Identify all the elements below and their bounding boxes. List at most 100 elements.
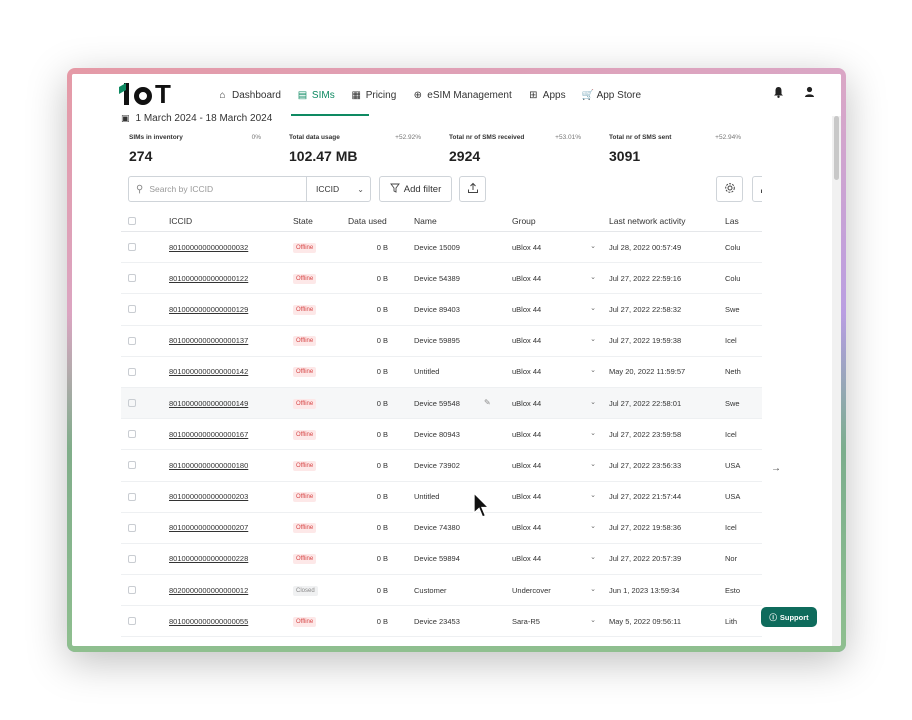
iccid-link[interactable]: 8010000000000000032 xyxy=(169,243,248,252)
support-button[interactable]: ⓘ Support xyxy=(761,607,817,627)
row-checkbox[interactable] xyxy=(128,274,136,283)
iccid-link[interactable]: 8010000000000000167 xyxy=(169,430,248,439)
column-header-last-location[interactable]: Las xyxy=(725,216,765,226)
last-activity-cell: Jul 27, 2022 21:57:44 xyxy=(609,492,682,502)
column-header-name[interactable]: Name xyxy=(400,216,512,226)
table-row[interactable]: 8010000000000000203 Offline 0 B Untitled uBl… xyxy=(121,482,801,513)
iccid-link[interactable]: 8010000000000000142 xyxy=(169,367,248,376)
group-select[interactable]: uBlox 44 ⌄ xyxy=(512,399,609,408)
iccid-link[interactable]: 8010000000000000149 xyxy=(169,399,248,408)
column-header-last-activity[interactable]: Last network activity xyxy=(609,216,725,226)
status-badge: Offline xyxy=(293,492,317,503)
stat-value: 274 xyxy=(129,148,153,164)
search-input[interactable] xyxy=(149,184,300,194)
row-checkbox[interactable] xyxy=(128,399,136,408)
column-header-iccid[interactable]: ICCID xyxy=(169,216,293,226)
row-checkbox[interactable] xyxy=(128,617,136,626)
table-toolbar: ⚲ ICCID ⌄ Add filter xyxy=(128,176,780,202)
edit-pencil-icon[interactable]: ✎ xyxy=(484,398,491,407)
column-header-state[interactable]: State xyxy=(293,216,348,226)
brand-logo[interactable]: T xyxy=(119,81,171,107)
table-row[interactable]: 8010000000000000032 Offline 0 B Device 1500… xyxy=(121,232,801,264)
stat-change: +52.94% xyxy=(715,134,741,141)
table-row[interactable]: 8010000000000000149 Offline 0 B Device 5954… xyxy=(121,387,801,420)
chevron-down-icon: ⌄ xyxy=(590,336,596,344)
chevron-down-icon: ⌄ xyxy=(590,367,596,375)
add-filter-button[interactable]: Add filter xyxy=(379,176,452,202)
iccid-link[interactable]: 8010000000000000055 xyxy=(169,617,248,626)
device-name: Untitled xyxy=(414,492,440,502)
row-checkbox[interactable] xyxy=(128,523,136,532)
row-checkbox[interactable] xyxy=(128,305,136,314)
stat-value: 3091 xyxy=(609,148,641,164)
iccid-link[interactable]: 8010000000000000129 xyxy=(169,305,248,314)
column-header-data-used[interactable]: Data used xyxy=(348,216,400,226)
date-range[interactable]: ▣ 1 March 2024 - 18 March 2024 xyxy=(121,110,781,126)
table-row[interactable]: 8010000000000000055 Offline 0 B Device 2345… xyxy=(121,606,801,638)
group-select[interactable]: Sara-R5 ⌄ xyxy=(512,617,609,626)
stat-data-usage: Total data usage +52.92% 102.47 MB xyxy=(289,134,449,164)
group-select[interactable]: uBlox 44 ⌄ xyxy=(512,492,609,501)
iccid-link[interactable]: 8010000000000000180 xyxy=(169,461,248,470)
device-name: Customer xyxy=(414,585,447,595)
mouse-cursor-icon xyxy=(473,492,491,518)
export-button[interactable] xyxy=(459,176,486,202)
device-name: Device 23453 xyxy=(414,616,460,626)
iccid-link[interactable]: 8020000000000000012 xyxy=(169,586,248,595)
iccid-link[interactable]: 8010000000000000122 xyxy=(169,274,248,283)
iccid-link[interactable]: 8010000000000000203 xyxy=(169,492,248,501)
table-row[interactable]: 8010000000000000129 Offline 0 B Device 8940… xyxy=(121,294,801,326)
row-checkbox[interactable] xyxy=(128,492,136,501)
arrow-right-icon[interactable]: → xyxy=(771,463,781,474)
row-checkbox[interactable] xyxy=(128,461,136,470)
table-settings-button[interactable] xyxy=(716,176,743,202)
row-checkbox[interactable] xyxy=(128,430,136,439)
last-location-cell: Icel xyxy=(725,523,737,533)
user-icon[interactable] xyxy=(804,86,815,101)
group-select[interactable]: Undercover ⌄ xyxy=(512,586,609,595)
row-checkbox[interactable] xyxy=(128,554,136,563)
group-select[interactable]: uBlox 44 ⌄ xyxy=(512,554,609,563)
row-checkbox[interactable] xyxy=(128,336,136,345)
table-row[interactable]: 8010000000000000167 Offline 0 B Device 8094… xyxy=(121,419,801,451)
group-select[interactable]: uBlox 44 ⌄ xyxy=(512,461,609,470)
search-box: ⚲ ICCID ⌄ xyxy=(128,176,371,202)
last-location-cell: Swe xyxy=(725,398,740,408)
select-all-checkbox[interactable] xyxy=(128,216,136,225)
scrollbar-thumb[interactable] xyxy=(834,116,839,180)
iccid-link[interactable]: 8010000000000000137 xyxy=(169,336,248,345)
data-used-cell: 0 B xyxy=(376,492,388,502)
iccid-link[interactable]: 8010000000000000228 xyxy=(169,554,248,563)
table-row[interactable]: 8010000000000000228 Offline 0 B Device 5989… xyxy=(121,544,801,576)
table-row[interactable]: 8010000000000000180 Offline 0 B Device 7390… xyxy=(121,450,801,482)
column-header-group[interactable]: Group xyxy=(512,216,609,226)
chevron-down-icon: ⌄ xyxy=(590,554,596,562)
group-select[interactable]: uBlox 44 ⌄ xyxy=(512,243,609,252)
table-row[interactable]: 8010000000000000207 Offline 0 B Device 7438… xyxy=(121,513,801,544)
group-select[interactable]: uBlox 44 ⌄ xyxy=(512,523,609,532)
table-row[interactable]: 8020000000000000012 Closed 0 B Customer Unde… xyxy=(121,575,801,607)
row-checkbox[interactable] xyxy=(128,586,136,595)
row-checkbox[interactable] xyxy=(128,367,136,376)
group-select[interactable]: uBlox 44 ⌄ xyxy=(512,430,609,439)
last-activity-cell: Jul 27, 2022 20:57:39 xyxy=(609,554,682,564)
table-row[interactable]: 8010000000000000122 Offline 0 B Device 5438… xyxy=(121,263,801,295)
last-location-cell: USA xyxy=(725,492,741,502)
group-select[interactable]: uBlox 44 ⌄ xyxy=(512,367,609,376)
last-activity-cell: Jul 27, 2022 23:56:33 xyxy=(609,460,682,470)
group-select[interactable]: uBlox 44 ⌄ xyxy=(512,336,609,345)
stat-change: 0% xyxy=(251,134,261,141)
table-row[interactable]: 8010000000000000137 Offline 0 B Device 5989… xyxy=(121,326,801,357)
row-checkbox[interactable] xyxy=(128,243,136,252)
group-select[interactable]: uBlox 44 ⌄ xyxy=(512,274,609,283)
search-field-select[interactable]: ICCID ⌄ xyxy=(306,177,371,201)
bell-icon[interactable] xyxy=(773,86,784,101)
last-activity-cell: Jul 28, 2022 00:57:49 xyxy=(609,242,682,252)
last-location-cell: Colu xyxy=(725,273,741,283)
chevron-down-icon: ⌄ xyxy=(357,184,364,194)
table-row[interactable]: 8010000000000000142 Offline 0 B Untitled uBl… xyxy=(121,357,801,388)
group-select[interactable]: uBlox 44 ⌄ xyxy=(512,305,609,314)
status-badge: Offline xyxy=(293,242,317,253)
vertical-scrollbar[interactable] xyxy=(832,116,841,646)
iccid-link[interactable]: 8010000000000000207 xyxy=(169,523,248,532)
